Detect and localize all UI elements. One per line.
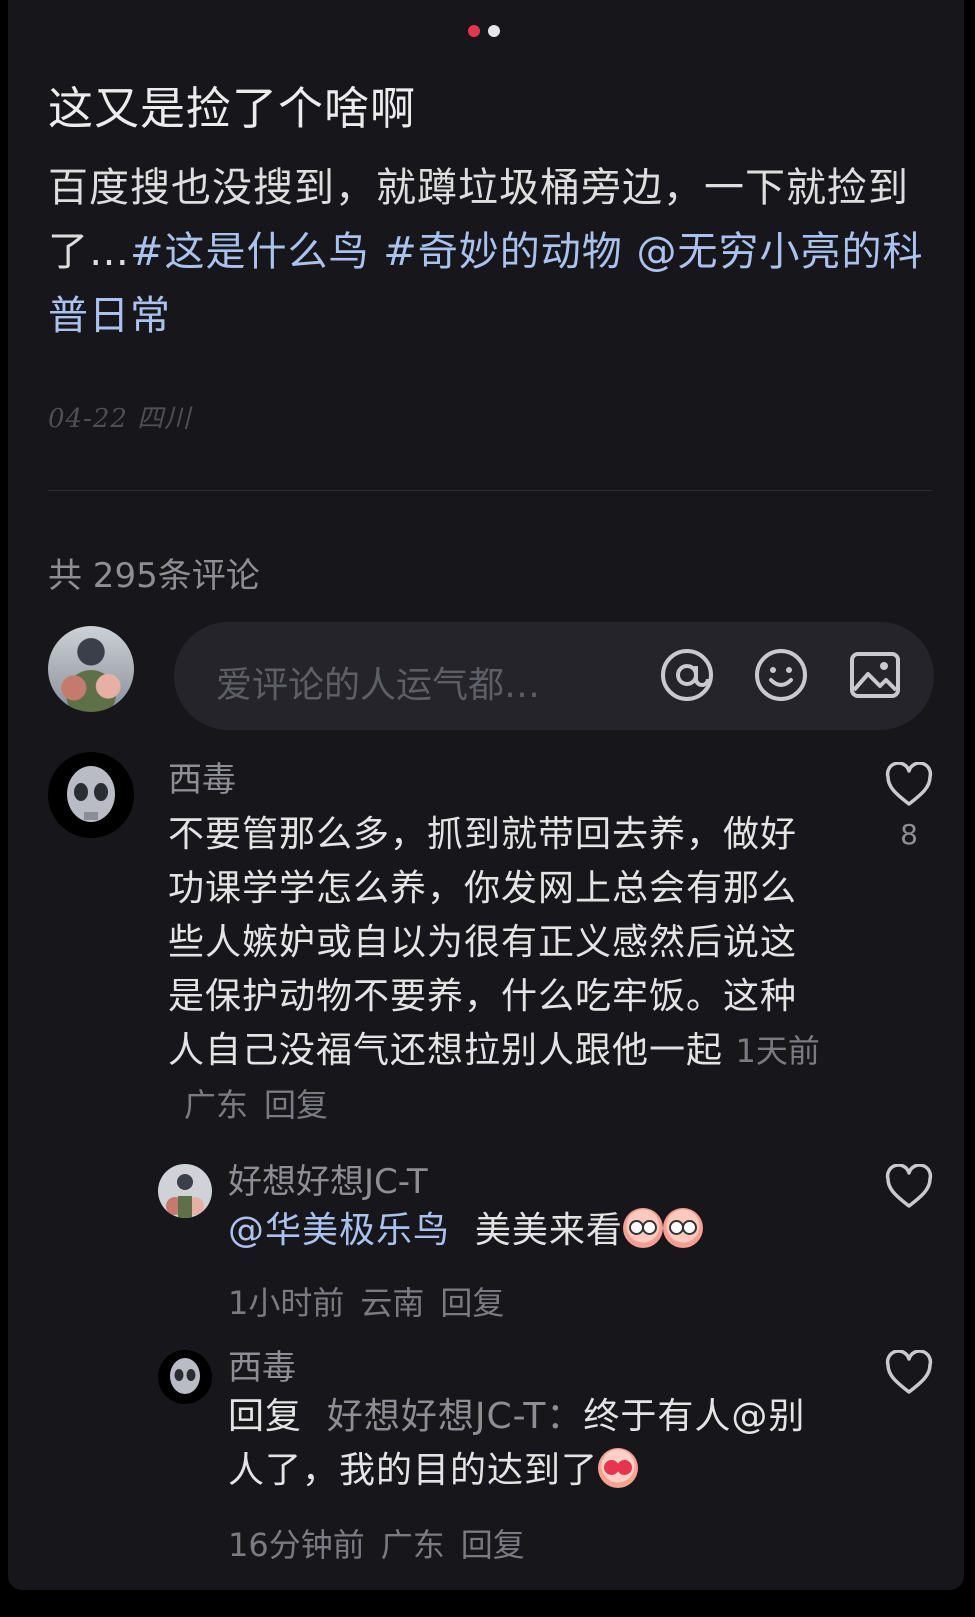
reply-button[interactable]: 回复 xyxy=(264,1086,328,1124)
post-title: 这又是捡了个啥啊 xyxy=(48,82,417,135)
reply-location: 广东 xyxy=(380,1526,445,1564)
post-detail-screen: 这又是捡了个啥啊 百度搜也没搜到，就蹲垃圾桶旁边，一下就捡到了…#这是什么鸟 #… xyxy=(8,0,964,1590)
hashtag-link[interactable]: #奇妙的动物 xyxy=(383,229,623,275)
comment-location: 广东 xyxy=(184,1086,249,1124)
mention-link[interactable]: @华美极乐鸟 xyxy=(228,1210,450,1251)
emoji-icon[interactable] xyxy=(752,646,810,704)
reply-meta: 16分钟前 广东 回复 xyxy=(228,1520,525,1566)
comments-count: 共 295条评论 xyxy=(48,556,260,596)
image-page-indicator xyxy=(468,25,500,37)
heart-eyes-emoji-icon xyxy=(598,1448,639,1488)
reply-text: 回复 好想好想JC-T：终于有人@别人了，我的目的达到了 xyxy=(228,1390,828,1498)
skull-avatar-icon xyxy=(170,1358,200,1394)
reply-button[interactable]: 回复 xyxy=(440,1284,504,1322)
reply-username[interactable]: 好想好想JC-T xyxy=(228,1154,428,1203)
post-date-location: 04-22 四川 xyxy=(48,404,192,434)
reply-meta: 1小时前 云南 回复 xyxy=(228,1278,504,1324)
commenter-avatar[interactable] xyxy=(48,752,134,838)
reply-text: @华美极乐鸟 美美来看 xyxy=(228,1204,828,1258)
comment-time: 1天前 xyxy=(735,1032,820,1070)
reply-time: 16分钟前 xyxy=(228,1526,365,1564)
reply-target-user[interactable]: 好想好想JC-T： xyxy=(327,1396,583,1437)
skull-avatar-icon xyxy=(67,766,115,822)
reply-time: 1小时前 xyxy=(228,1284,345,1322)
reply-button[interactable]: 回复 xyxy=(461,1526,525,1564)
reply-item: 西毒 回复 好想好想JC-T：终于有人@别人了，我的目的达到了 16分钟前 广东回… xyxy=(158,1348,948,1564)
comment-composer: 爱评论的人运气都… xyxy=(48,622,934,730)
comment-body: 不要管那么多，抓到就带回去养，做好功课学学怎么养，你发网上总会有那么些人嫉妒或自… xyxy=(168,814,798,1071)
reply-avatar[interactable] xyxy=(158,1350,212,1404)
reply-prefix: 回复 xyxy=(228,1396,303,1437)
reply-username[interactable]: 西毒 xyxy=(228,1340,296,1389)
divider xyxy=(48,490,932,491)
reply-item: 好想好想JC-T @华美极乐鸟 美美来看 1小时前 云南 回复 xyxy=(158,1162,948,1324)
my-avatar[interactable] xyxy=(48,626,134,712)
page-dot[interactable] xyxy=(488,25,500,37)
like-heart-icon[interactable] xyxy=(884,1350,934,1396)
like-heart-icon[interactable] xyxy=(884,1164,934,1210)
at-icon[interactable] xyxy=(658,646,716,704)
like-heart-icon[interactable] xyxy=(884,762,934,808)
page-dot-active[interactable] xyxy=(468,25,480,37)
comment-input[interactable]: 爱评论的人运气都… xyxy=(174,622,934,730)
comment-item: 西毒 不要管那么多，抓到就带回去养，做好功课学学怎么养，你发网上总会有那么些人嫉… xyxy=(48,752,933,1132)
commenter-username[interactable]: 西毒 xyxy=(168,752,236,801)
like-count: 8 xyxy=(900,818,918,851)
hashtag-link[interactable]: #这是什么鸟 xyxy=(130,229,370,275)
sweat-emoji-icon xyxy=(622,1208,663,1248)
reply-body: 美美来看 xyxy=(474,1210,623,1251)
user-avatar-icon xyxy=(158,1164,212,1218)
reply-avatar[interactable] xyxy=(158,1164,212,1218)
sweat-emoji-icon xyxy=(662,1208,703,1248)
reply-location: 云南 xyxy=(360,1284,425,1322)
comment-input-placeholder: 爱评论的人运气都… xyxy=(216,665,541,706)
comment-text: 不要管那么多，抓到就带回去养，做好功课学学怎么养，你发网上总会有那么些人嫉妒或自… xyxy=(168,808,828,1132)
image-icon[interactable] xyxy=(846,646,904,704)
post-description: 百度搜也没搜到，就蹲垃圾桶旁边，一下就捡到了…#这是什么鸟 #奇妙的动物 @无穷… xyxy=(48,156,928,348)
